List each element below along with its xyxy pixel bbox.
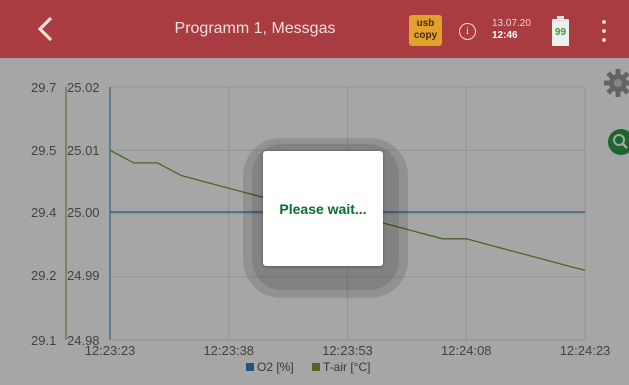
battery-percent: 99	[554, 27, 567, 38]
more-menu-button[interactable]	[596, 20, 612, 42]
datetime: 13.07.20 12:46	[492, 18, 531, 42]
info-button[interactable]: i	[459, 23, 476, 40]
app-header: Programm 1, Messgas usb copy i 13.07.20 …	[0, 0, 629, 58]
usb-label: usb	[416, 18, 435, 29]
wait-message: Please wait...	[279, 200, 367, 217]
time-label: 12:46	[492, 30, 518, 41]
back-button[interactable]	[28, 13, 64, 45]
wait-dialog: Please wait...	[263, 151, 383, 266]
battery-icon: 99	[552, 16, 569, 46]
date-label: 13.07.20	[492, 18, 531, 29]
usb-copy-button[interactable]: usb copy	[409, 15, 442, 46]
chevron-left-icon	[37, 16, 53, 42]
copy-label: copy	[413, 30, 438, 41]
page-title: Programm 1, Messgas	[174, 20, 336, 37]
